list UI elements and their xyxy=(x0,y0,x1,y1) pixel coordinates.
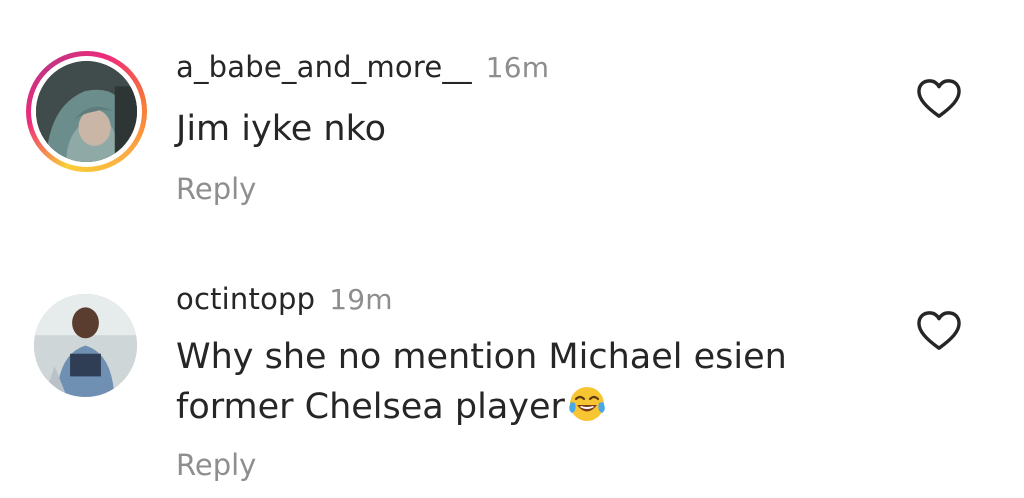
avatar-person-icon xyxy=(34,294,137,397)
reply-button[interactable]: Reply xyxy=(176,172,256,206)
like-button[interactable] xyxy=(916,78,962,120)
comment-username[interactable]: a_babe_and_more__ 16m xyxy=(176,50,549,84)
reply-button[interactable]: Reply xyxy=(176,448,256,482)
comment-timestamp: 16m xyxy=(485,51,550,84)
comment-line: Why she no mention Michael esien xyxy=(176,337,787,377)
comment-username[interactable]: octintopp 19m xyxy=(176,282,393,316)
avatar-image xyxy=(36,61,137,162)
avatar[interactable] xyxy=(26,51,147,172)
comment-body: Why she no mention Michael esien former … xyxy=(176,332,787,432)
comment-line: Jim iyke nko xyxy=(176,109,386,149)
avatar[interactable] xyxy=(34,294,137,397)
like-button[interactable] xyxy=(916,310,962,352)
comment-item: octintopp 19m Why she no mention Michael … xyxy=(0,250,1024,498)
comment-line: former Chelsea player xyxy=(176,387,565,427)
comment-item: a_babe_and_more__ 16m Jim iyke nko Reply xyxy=(0,0,1024,230)
heart-outline-icon xyxy=(917,311,961,350)
comment-body: Jim iyke nko xyxy=(176,104,386,154)
comment-timestamp: 19m xyxy=(329,283,393,316)
avatar-person-icon xyxy=(36,61,137,162)
tears-of-joy-emoji-icon xyxy=(567,384,607,424)
username-text[interactable]: octintopp xyxy=(176,282,315,316)
heart-outline-icon xyxy=(917,79,961,118)
comment-line-with-emoji: former Chelsea player xyxy=(176,382,787,432)
username-text[interactable]: a_babe_and_more__ xyxy=(176,50,472,84)
